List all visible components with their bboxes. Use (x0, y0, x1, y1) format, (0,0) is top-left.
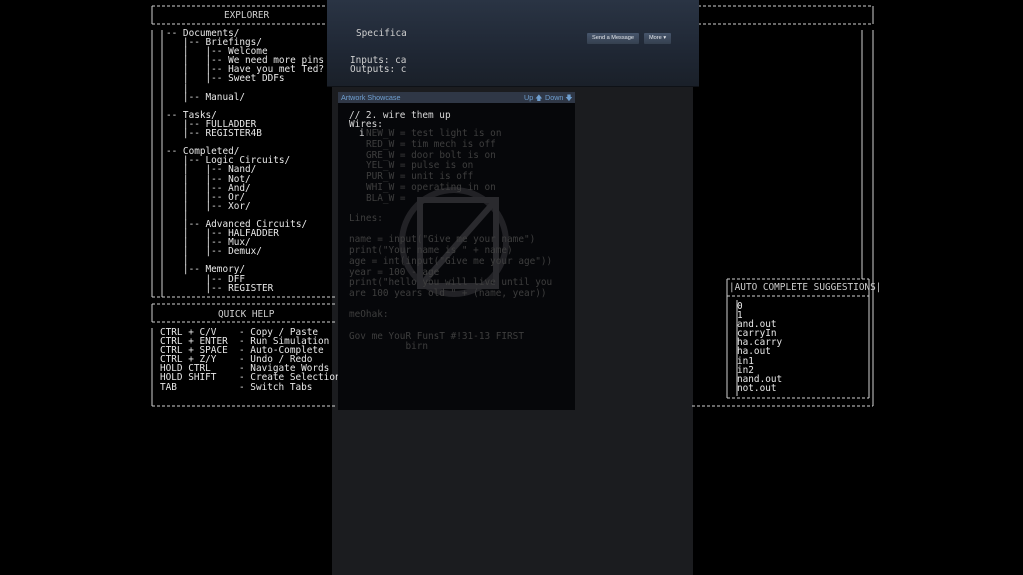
artwork-showcase-title: Artwork Showcase (341, 93, 401, 102)
editor-ghost-line: BLA_W = (366, 192, 406, 204)
autocomplete-title-text: AUTO COMPLETE SUGGESTIONS (734, 282, 876, 293)
arrow-up-icon: 🡅 (535, 93, 543, 102)
quick-help-title: QUICK HELP (218, 309, 275, 320)
editor-cursor: i (359, 128, 365, 139)
explorer-item[interactable]: |-- Manual/ (166, 92, 324, 101)
explorer-tree[interactable]: -- Documents/ |-- Briefings/ | |-- Welco… (166, 29, 324, 293)
editor-ghost-line: birn (349, 341, 429, 353)
explorer-item[interactable]: | |-- Xor/ (166, 202, 324, 211)
more-button[interactable]: More ▾ (644, 33, 672, 44)
editor-ghost-line: WHI_W = operating in on (366, 181, 496, 193)
editor-ghost-line: meOhak: (349, 309, 389, 321)
autocomplete-list[interactable]: 0 1 and.out carryIn ha.carry ha.out in1 in2 nand… (737, 302, 782, 393)
explorer-item[interactable]: | |-- Demux/ (166, 247, 324, 256)
up-label: Up (524, 93, 534, 102)
explorer-item[interactable]: | |-- Sweet DDFs (166, 74, 324, 83)
arrow-down-icon: 🡇 (565, 93, 573, 102)
autocomplete-title: |AUTO COMPLETE SUGGESTIONS| (729, 282, 882, 293)
down-button[interactable]: Down 🡇 (545, 92, 573, 103)
explorer-title: EXPLORER (224, 10, 270, 21)
editor-ghost-line: age = int(input("Give me your age")) (349, 255, 553, 267)
more-button-label: More (649, 35, 662, 41)
explorer-item[interactable]: |-- REGISTER4B (166, 129, 324, 138)
up-button[interactable]: Up 🡅 (524, 92, 543, 103)
chevron-down-icon: ▾ (663, 35, 667, 41)
spec-outputs: Outputs: c (350, 64, 407, 75)
editor-ghost-lines: RED_W = tim mech is off GRE_W = door bolt… (366, 139, 496, 204)
autocomplete-item[interactable]: not.out (737, 384, 782, 393)
editor-ghost-line: are 100 years old " + (name, year)) (349, 287, 547, 299)
explorer-item[interactable]: |-- REGISTER (166, 283, 324, 292)
send-message-button[interactable]: Send a Message (587, 33, 639, 44)
down-label: Down (545, 93, 564, 102)
artwork-showcase-titlebar: Artwork Showcase Up 🡅 Down 🡇 (338, 92, 575, 103)
editor-ghost-line: Lines: (349, 213, 383, 224)
autocomplete-item[interactable]: 0 (737, 302, 782, 311)
editor-ghost-first: NEW_W = test light is on (366, 128, 502, 139)
quick-help-item: TAB - Switch Tabs (160, 381, 313, 393)
spec-title: Specifica (356, 28, 407, 39)
quick-help-list: CTRL + C/V - Copy / Paste CTRL + ENTER - … (160, 328, 341, 392)
editor-ghost-block: Lines: name = input("Give me your name")… (349, 213, 553, 353)
